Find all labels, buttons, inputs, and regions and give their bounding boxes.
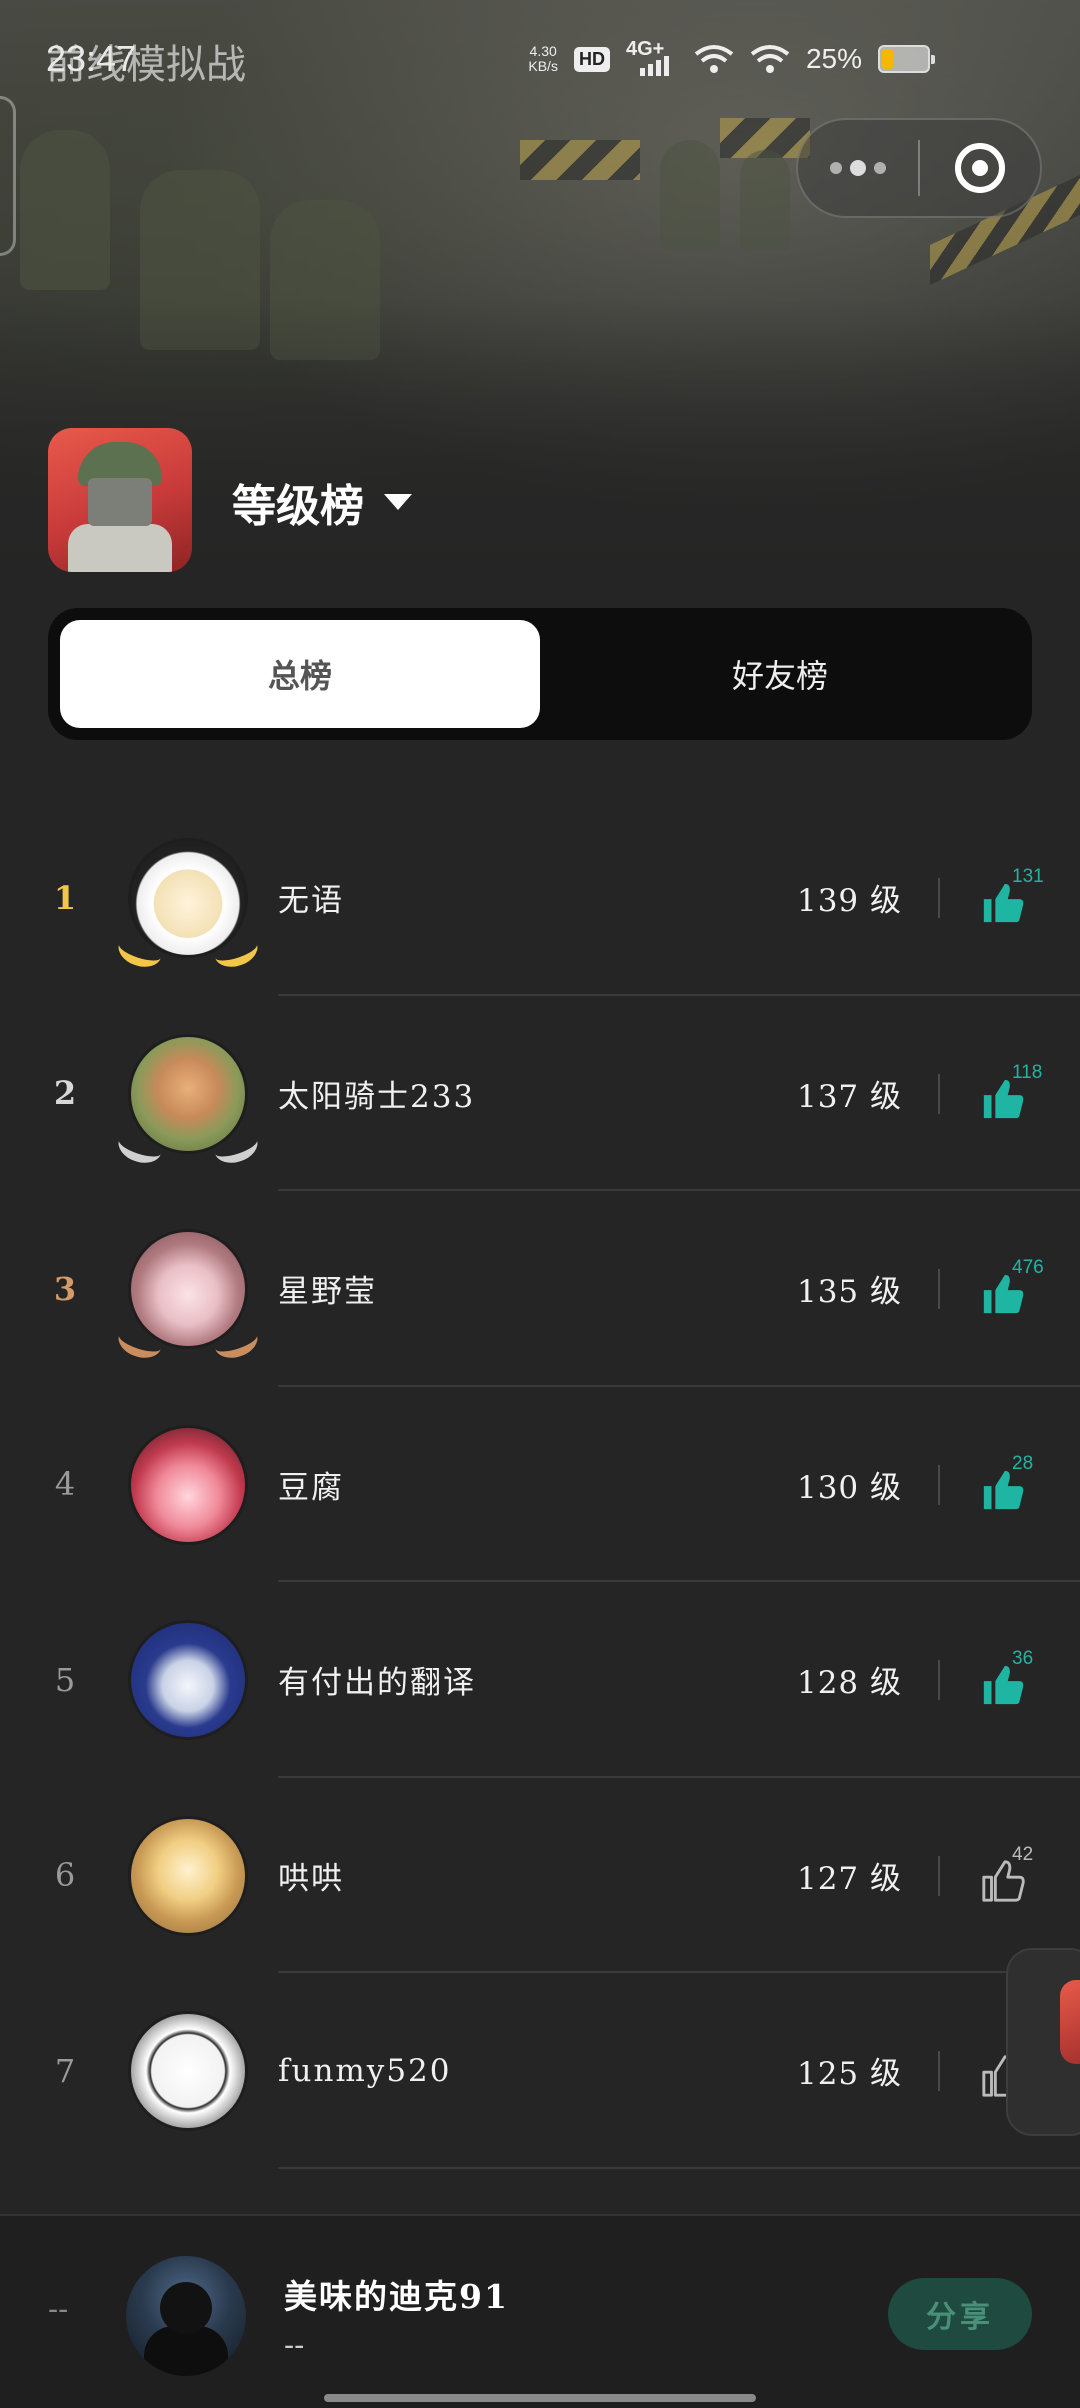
my-avatar[interactable] (126, 2256, 246, 2376)
my-rank-bar: -- 美味的迪克91 -- 分享 (0, 2214, 1080, 2408)
floating-game-bubble[interactable] (1006, 1948, 1080, 2136)
status-time: 23:47 (46, 38, 137, 79)
ranking-row[interactable]: 7 funmy520 125 级 (0, 1973, 1080, 2169)
rank-number: 5 (54, 1660, 76, 1699)
rank-number: 3 (53, 1269, 77, 1308)
net-speed: 4.30 KB/s (528, 43, 558, 74)
like-count: 131 (1012, 866, 1044, 887)
player-level: 130 级 (796, 1469, 902, 1506)
avatar-frame (114, 1033, 262, 1168)
like-count: 28 (1012, 1452, 1034, 1474)
player-level: 135 级 (796, 1274, 902, 1311)
avatar[interactable] (128, 1620, 248, 1740)
share-button[interactable]: 分享 (888, 2278, 1032, 2350)
hd-icon: HD (573, 46, 610, 72)
battery-icon (878, 45, 935, 73)
like-button[interactable]: 131 (976, 860, 1066, 940)
ranking-row[interactable]: 2 太阳骑士233 137 级 118 (0, 996, 1080, 1192)
battery-percent: 25% (805, 43, 862, 74)
game-mini-icon (1060, 1980, 1080, 2064)
like-button[interactable]: 118 (976, 1056, 1066, 1136)
ranking-row[interactable]: 6 哄哄 127 级 42 (0, 1778, 1080, 1974)
ranking-row[interactable]: 5 有付出的翻译 128 级 36 (0, 1582, 1080, 1778)
my-name: 美味的迪克91 (284, 2277, 509, 2316)
cellular-signal-icon: 4G+ (626, 38, 678, 76)
status-bar: 前线模拟战 23:47 4.30 KB/s HD 4G+ 25% (0, 0, 1080, 120)
ranking-list: 1 无语 139 级 131 2 太阳骑士233 137 级 118 3 星野莹… (0, 800, 1080, 2169)
leaderboard-tabs: 总榜 好友榜 (48, 608, 1032, 740)
edge-handle[interactable] (0, 96, 16, 256)
rank-number: 4 (54, 1465, 76, 1504)
rank-number: 1 (53, 878, 77, 917)
player-level: 127 级 (796, 1860, 902, 1897)
rank-number: 2 (53, 1074, 77, 1113)
like-button[interactable]: 42 (976, 1838, 1066, 1918)
avatar-frame (114, 838, 262, 973)
like-button[interactable]: 476 (976, 1251, 1066, 1331)
player-level: 125 级 (796, 2056, 902, 2093)
avatar[interactable] (128, 2011, 248, 2131)
like-count: 476 (1012, 1257, 1044, 1278)
board-type-dropdown[interactable]: 等级榜 (232, 470, 412, 534)
avatar[interactable] (128, 1229, 248, 1349)
more-options-button[interactable] (798, 120, 918, 216)
close-miniprogram-button[interactable] (920, 120, 1040, 216)
rank-number: 6 (54, 1856, 76, 1895)
avatar[interactable] (128, 838, 248, 958)
avatar-frame (118, 2011, 258, 2139)
tab-overall[interactable]: 总榜 (60, 620, 540, 728)
avatar[interactable] (128, 1033, 248, 1154)
avatar-frame (114, 1229, 262, 1364)
like-count: 36 (1012, 1648, 1034, 1669)
home-indicator[interactable] (324, 2394, 756, 2402)
avatar-frame (118, 1620, 258, 1748)
player-level: 139 级 (796, 883, 902, 920)
player-name: 星野莹 (278, 1274, 377, 1311)
like-count: 42 (1012, 1843, 1034, 1865)
tab-friends[interactable]: 好友榜 (540, 620, 1020, 728)
avatar-frame (118, 1815, 258, 1944)
player-level: 128 级 (796, 1665, 902, 1702)
player-name: 豆腐 (278, 1469, 344, 1506)
player-name: 哄哄 (278, 1860, 344, 1897)
player-name: 无语 (278, 883, 344, 920)
wifi-icon (750, 45, 790, 73)
board-title: 等级榜 (232, 481, 364, 532)
avatar[interactable] (128, 1424, 248, 1545)
ranking-row[interactable]: 1 无语 139 级 131 (0, 800, 1080, 996)
game-soldier-icon (48, 428, 192, 572)
player-name: 有付出的翻译 (278, 1665, 476, 1702)
like-count: 118 (1012, 1061, 1043, 1083)
player-name: funmy520 (278, 2052, 452, 2089)
avatar-frame (118, 1424, 258, 1553)
player-level: 137 级 (796, 1078, 902, 1115)
miniprogram-capsule (796, 118, 1042, 218)
like-button[interactable]: 36 (976, 1642, 1066, 1722)
wifi-plus-icon (694, 45, 734, 73)
my-level: -- (284, 2328, 305, 2363)
avatar[interactable] (128, 1815, 248, 1936)
ranking-row[interactable]: 3 星野莹 135 级 476 (0, 1191, 1080, 1387)
player-name: 太阳骑士233 (278, 1078, 476, 1115)
ranking-row[interactable]: 4 豆腐 130 级 28 (0, 1387, 1080, 1583)
like-button[interactable]: 28 (976, 1447, 1066, 1527)
leaderboard-page: 前线模拟战 23:47 4.30 KB/s HD 4G+ 25% 等级榜 总榜 … (0, 0, 1080, 2408)
rank-number: 7 (54, 2051, 76, 2090)
caret-down-icon (384, 494, 412, 510)
my-rank-number: -- (48, 2292, 69, 2327)
target-icon (954, 143, 1005, 193)
